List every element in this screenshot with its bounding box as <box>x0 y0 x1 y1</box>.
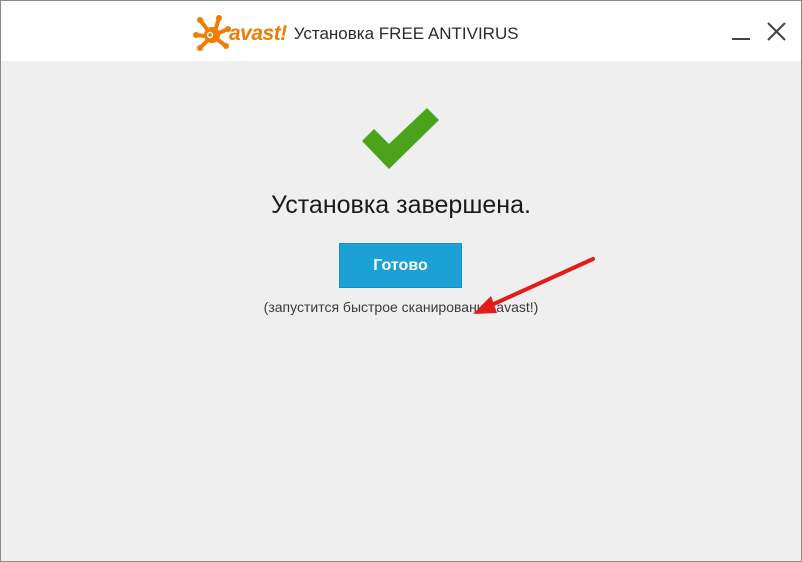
done-button[interactable]: Готово <box>339 243 462 288</box>
avast-logo-icon <box>193 15 231 51</box>
minimize-button[interactable] <box>728 19 754 45</box>
main-content: Установка завершена. Готово (запустится … <box>1 61 801 561</box>
window-title: Установка FREE ANTIVIRUS <box>293 24 519 43</box>
window-brand: avast! Установка FREE ANTIVIRUS <box>193 15 519 51</box>
checkmark-icon <box>362 108 439 169</box>
title-bar: avast! Установка FREE ANTIVIRUS <box>1 1 801 61</box>
brand-name: avast! <box>229 22 287 45</box>
installer-window: avast! Установка FREE ANTIVIRUS Установк… <box>0 0 802 562</box>
close-icon <box>767 22 786 41</box>
scan-note: (запустится быстрое сканирование avast!) <box>263 299 539 315</box>
installation-status: Установка завершена. <box>271 191 531 219</box>
close-button[interactable] <box>764 19 790 45</box>
minimize-icon <box>732 38 750 40</box>
